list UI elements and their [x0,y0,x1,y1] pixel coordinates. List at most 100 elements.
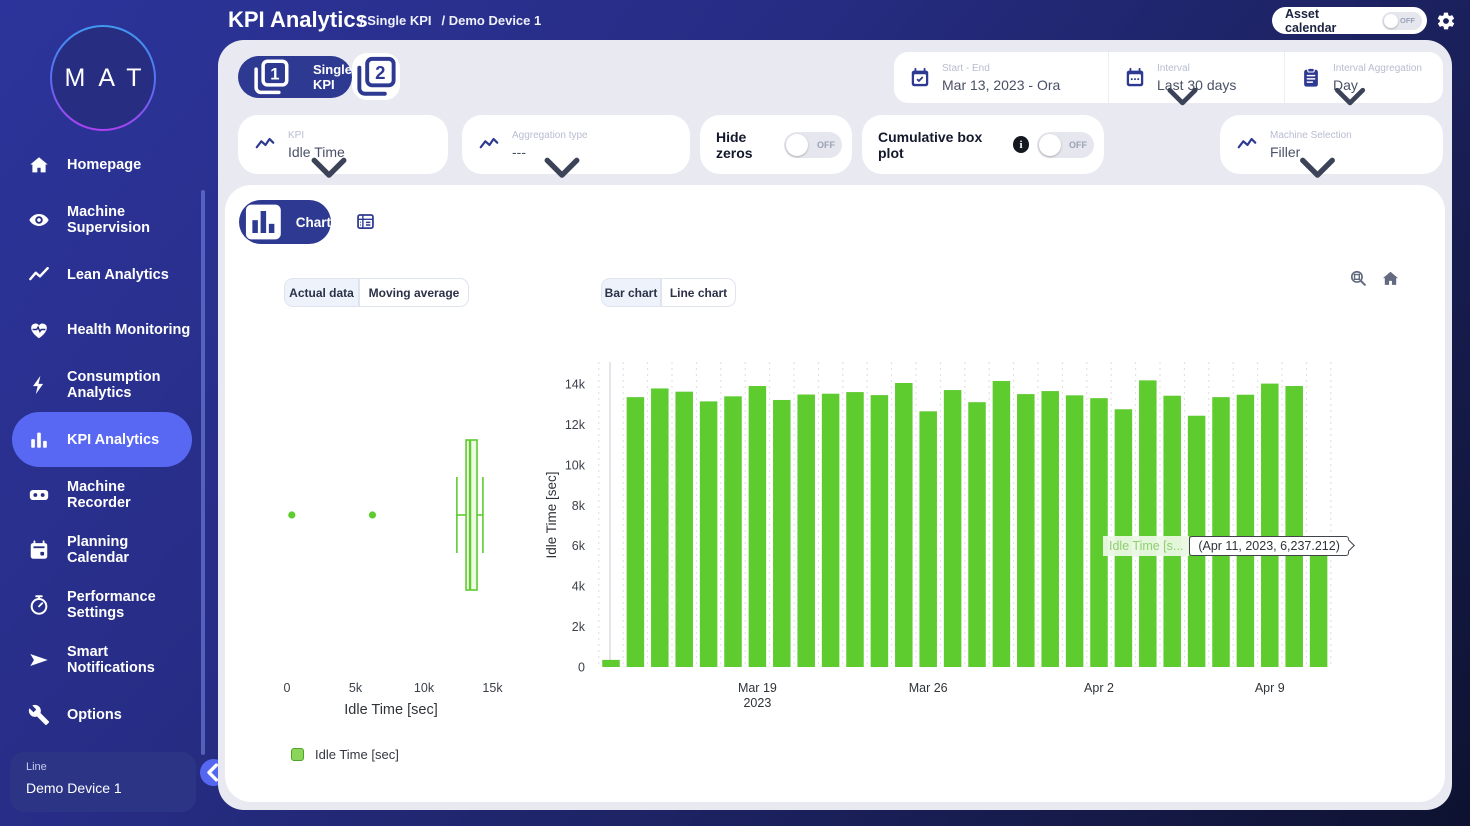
bar-apr-8[interactable] [1237,395,1255,667]
sidebar-item-health-monitoring[interactable]: Health Monitoring [12,302,192,357]
table-view-button[interactable] [355,211,376,232]
chevron-down-icon [1271,70,1429,121]
x-tick-sub: 2023 [743,696,771,710]
bar-apr-1[interactable] [1066,395,1084,667]
bar-mar-15[interactable] [651,388,669,667]
tab-actual-data[interactable]: Actual data [284,278,359,307]
outlier-point[interactable] [369,511,376,518]
x-tick: Mar 26 [909,681,948,695]
device-name: Demo Device 1 [26,780,180,796]
sidebar-item-label: Planning Calendar [67,534,129,566]
sidebar-item-label: Machine Recorder [67,479,192,511]
x-tick: Mar 19 [738,681,777,695]
bar-mar-21[interactable] [797,395,815,667]
tab-line-chart[interactable]: Line chart [661,278,736,307]
single-kpi-button[interactable]: 1 Single KPI [238,56,352,98]
bar-mar-23[interactable] [846,392,864,667]
kpi-dropdown[interactable]: KPI Idle Time [238,115,448,174]
bar-mar-20[interactable] [773,400,791,667]
asset-calendar-toggle[interactable]: OFF [1382,12,1422,30]
bar-mar-28[interactable] [968,402,986,667]
bar-mar-13[interactable] [602,660,620,667]
start-end-label: Start - End [942,63,1060,74]
bar-mar-24[interactable] [871,395,889,667]
calendar-icon [28,539,50,561]
bar-apr-4[interactable] [1139,380,1157,667]
sidebar-item-consumption-analytics[interactable]: Consumption Analytics [12,357,192,412]
info-icon[interactable]: i [1013,136,1029,153]
machine-selection-dropdown[interactable]: Machine Selection Filler [1220,115,1443,174]
recorder-icon [28,484,50,506]
multi-kpi-icon: 2 [352,53,400,100]
sidebar-nav: HomepageMachine SupervisionLean Analytic… [0,137,206,742]
start-end-selector[interactable]: Start - End Mar 13, 2023 - Ora [894,52,1108,103]
asset-calendar-label: Asset calendar [1285,7,1373,35]
sidebar-item-label: Smart Notifications [67,644,155,676]
sidebar-item-options[interactable]: Options [12,687,192,742]
chart-zoom-button[interactable] [1349,269,1368,288]
bar-mar-14[interactable] [627,397,645,667]
sidebar-item-performance-settings[interactable]: Performance Settings [12,577,192,632]
x-tick: 0 [284,681,291,695]
multi-kpi-button[interactable]: 2 [352,53,400,100]
bar-mar-27[interactable] [944,390,962,667]
outlier-point[interactable] [288,511,295,518]
bar-mar-31[interactable] [1041,391,1059,667]
sidebar-item-lean-analytics[interactable]: Lean Analytics [12,247,192,302]
bar-mar-17[interactable] [700,401,718,667]
bar-mar-19[interactable] [749,386,767,667]
bolt-icon [28,374,50,396]
x-tick: 15k [482,681,503,695]
x-tick: Apr 2 [1084,681,1114,695]
bar-mar-25[interactable] [895,383,913,667]
hide-zeros-toggle[interactable]: OFF [784,132,842,158]
cumulative-box-plot-toggle[interactable]: OFF [1037,132,1094,158]
kpi-analytics-page: { "header": { "title": "KPI Analytics", … [0,0,1470,826]
send-icon [28,649,50,671]
y-tick: 12k [565,418,586,432]
wrench-icon [28,704,50,726]
breadcrumb-item: / Single KPI [360,13,432,28]
y-tick: 6k [572,539,586,553]
bar-apr-9[interactable] [1261,384,1279,667]
tab-moving-average[interactable]: Moving average [359,278,469,307]
box-plot-chart[interactable]: 05k10k15kIdle Time [sec] [245,355,545,727]
tab-bar-chart[interactable]: Bar chart [601,278,661,307]
interval-aggregation-selector[interactable]: Interval Aggregation Day [1284,52,1443,103]
bar-apr-10[interactable] [1285,386,1303,667]
bar-apr-2[interactable] [1090,398,1108,667]
bar-mar-22[interactable] [822,394,840,667]
bar-mar-18[interactable] [724,396,742,667]
sidebar-item-machine-recorder[interactable]: Machine Recorder [12,467,192,522]
bar-mar-29[interactable] [993,381,1011,667]
settings-button[interactable] [1436,11,1456,31]
sidebar-item-smart-notifications[interactable]: Smart Notifications [12,632,192,687]
chart-reset-button[interactable] [1381,269,1400,288]
calendar-check-icon [909,52,931,103]
sidebar-item-machine-supervision[interactable]: Machine Supervision [12,192,192,247]
start-end-value: Mar 13, 2023 - Ora [942,77,1060,93]
y-tick: 14k [565,378,586,392]
bar-mar-26[interactable] [919,411,937,667]
box[interactable] [466,440,477,590]
y-tick: 4k [572,580,586,594]
sidebar-scrollbar[interactable] [201,190,205,755]
aggregation-type-dropdown[interactable]: Aggregation type --- [462,115,690,174]
legend-item-idle-time[interactable]: Idle Time [sec] [291,747,399,762]
bar-apr-11[interactable] [1310,541,1328,667]
x-tick: Apr 9 [1255,681,1285,695]
bar-mar-30[interactable] [1017,394,1035,667]
bar-chart-icon [239,200,288,244]
chevron-down-icon [1095,70,1270,121]
asset-calendar-toggle-pill[interactable]: Asset calendar OFF [1272,7,1427,34]
bar-apr-7[interactable] [1212,397,1230,667]
interval-selector[interactable]: Interval Last 30 days [1108,52,1284,103]
sidebar-item-planning-calendar[interactable]: Planning Calendar [12,522,192,577]
bar-mar-16[interactable] [675,392,693,667]
sidebar-item-kpi-analytics[interactable]: KPI Analytics [12,412,192,467]
bar-apr-5[interactable] [1163,396,1181,667]
sidebar-item-homepage[interactable]: Homepage [12,137,192,192]
chart-card: Chart Actual data Moving average Bar cha… [225,185,1445,802]
magnifier-icon [1349,269,1368,288]
chart-view-button[interactable]: Chart [239,200,331,244]
